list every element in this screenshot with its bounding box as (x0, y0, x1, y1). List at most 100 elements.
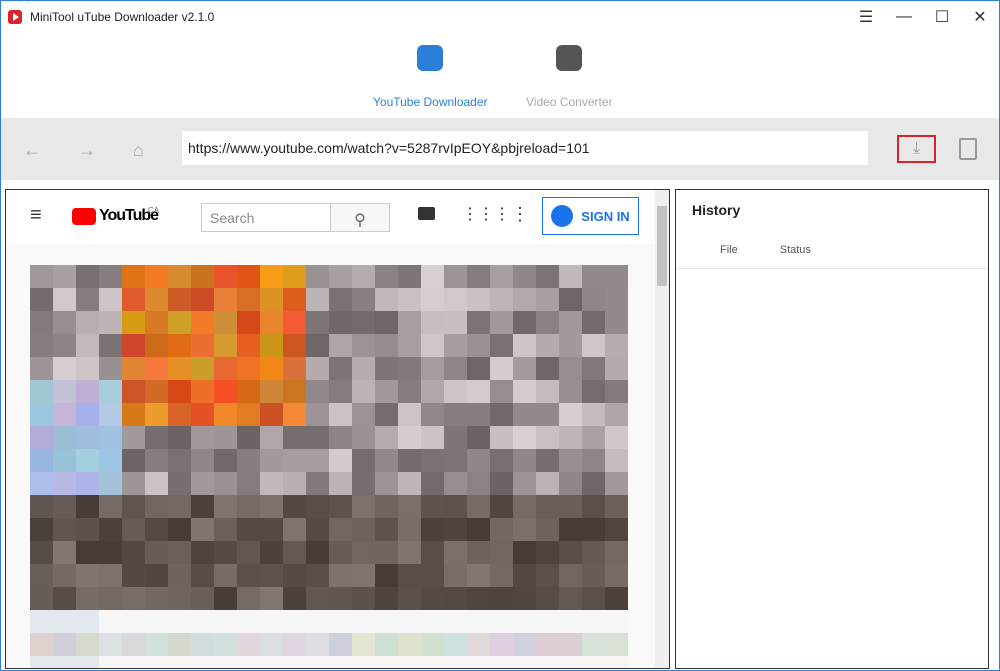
mosaic-cell (214, 564, 237, 587)
maximize-button[interactable]: ☐ (923, 1, 961, 33)
mosaic-cell (421, 357, 444, 380)
mosaic-cell (214, 587, 237, 610)
mosaic-cell (99, 656, 122, 668)
mosaic-cell (559, 541, 582, 564)
mosaic-cell (329, 495, 352, 518)
mosaic-cell (490, 564, 513, 587)
tab-youtube-downloader[interactable]: YouTube Downloader (373, 41, 488, 109)
mosaic-cell (398, 334, 421, 357)
mosaic-cell (375, 472, 398, 495)
mosaic-cell (582, 334, 605, 357)
mosaic-cell (559, 449, 582, 472)
mosaic-cell (398, 265, 421, 288)
scrollbar-thumb[interactable] (657, 206, 667, 286)
home-icon[interactable]: ⌂ (133, 140, 144, 161)
mosaic-cell (283, 403, 306, 426)
mosaic-cell (260, 564, 283, 587)
mosaic-cell (283, 472, 306, 495)
mosaic-cell (513, 265, 536, 288)
minimize-button[interactable]: — (885, 1, 923, 33)
mosaic-cell (76, 426, 99, 449)
mosaic-cell (53, 288, 76, 311)
mosaic-cell (237, 265, 260, 288)
mosaic-cell (260, 541, 283, 564)
mosaic-cell (191, 288, 214, 311)
mosaic-cell (122, 403, 145, 426)
mosaic-cell (237, 610, 260, 633)
mosaic-cell (306, 541, 329, 564)
mosaic-cell (145, 587, 168, 610)
back-icon[interactable]: ← (23, 140, 41, 161)
mosaic-cell (513, 449, 536, 472)
mosaic-cell (398, 541, 421, 564)
mosaic-cell (398, 288, 421, 311)
menu-icon[interactable]: ☰ (847, 1, 885, 33)
mosaic-cell (260, 449, 283, 472)
more-icon[interactable]: ⋮ (511, 204, 529, 225)
mosaic-cell (76, 656, 99, 668)
search-button[interactable]: ⚲ (330, 203, 390, 232)
mosaic-cell (421, 495, 444, 518)
mosaic-cell (352, 610, 375, 633)
mosaic-cell (99, 380, 122, 403)
apps-icon[interactable]: ⋮⋮⋮ (462, 204, 510, 224)
mosaic-cell (421, 403, 444, 426)
mosaic-cell (99, 426, 122, 449)
mosaic-cell (214, 380, 237, 403)
mosaic-cell (283, 449, 306, 472)
mosaic-cell (605, 426, 628, 449)
download-button[interactable]: ⤓ (897, 135, 936, 163)
mosaic-cell (145, 633, 168, 656)
tab-video-converter[interactable]: Video Converter (526, 41, 613, 109)
mosaic-cell (444, 587, 467, 610)
mosaic-cell (582, 311, 605, 334)
scrollbar[interactable] (655, 190, 669, 668)
mosaic-cell (283, 610, 306, 633)
window-title: MiniTool uTube Downloader v2.1.0 (30, 10, 215, 24)
mosaic-cell (490, 472, 513, 495)
mosaic-cell (421, 541, 444, 564)
mosaic-cell (536, 564, 559, 587)
mosaic-cell (444, 380, 467, 403)
mosaic-cell (490, 518, 513, 541)
hamburger-icon[interactable]: ≡ (30, 204, 42, 227)
mosaic-cell (605, 472, 628, 495)
mosaic-cell (444, 311, 467, 334)
forward-icon[interactable]: → (78, 140, 96, 161)
mosaic-cell (145, 518, 168, 541)
close-button[interactable]: ✕ (961, 1, 999, 33)
search-input[interactable]: Search (201, 203, 331, 232)
mosaic-cell (53, 610, 76, 633)
mosaic-cell (191, 380, 214, 403)
mosaic-cell (513, 610, 536, 633)
mosaic-cell (53, 564, 76, 587)
mosaic-cell (53, 656, 76, 668)
mosaic-cell (306, 357, 329, 380)
mosaic-cell (76, 633, 99, 656)
url-input[interactable]: https://www.youtube.com/watch?v=5287rvIp… (182, 131, 868, 165)
mosaic-cell (536, 426, 559, 449)
mosaic-cell (559, 610, 582, 633)
video-thumbnail-pixelated[interactable] (30, 265, 628, 668)
mosaic-cell (513, 656, 536, 668)
mosaic-cell (398, 426, 421, 449)
mosaic-cell (582, 449, 605, 472)
mosaic-cell (237, 380, 260, 403)
mosaic-cell (329, 587, 352, 610)
mosaic-cell (214, 426, 237, 449)
mosaic-cell (76, 357, 99, 380)
tab-label: Video Converter (526, 95, 613, 109)
mosaic-cell (53, 449, 76, 472)
mosaic-cell (398, 380, 421, 403)
mosaic-cell (260, 472, 283, 495)
mosaic-cell (605, 357, 628, 380)
mosaic-cell (421, 610, 444, 633)
mosaic-cell (237, 426, 260, 449)
create-video-icon[interactable] (418, 207, 435, 220)
sign-in-button[interactable]: SIGN IN (542, 197, 639, 235)
mosaic-cell (352, 311, 375, 334)
clipboard-icon[interactable] (959, 138, 977, 160)
mosaic-cell (352, 265, 375, 288)
mosaic-cell (559, 472, 582, 495)
mosaic-cell (329, 380, 352, 403)
